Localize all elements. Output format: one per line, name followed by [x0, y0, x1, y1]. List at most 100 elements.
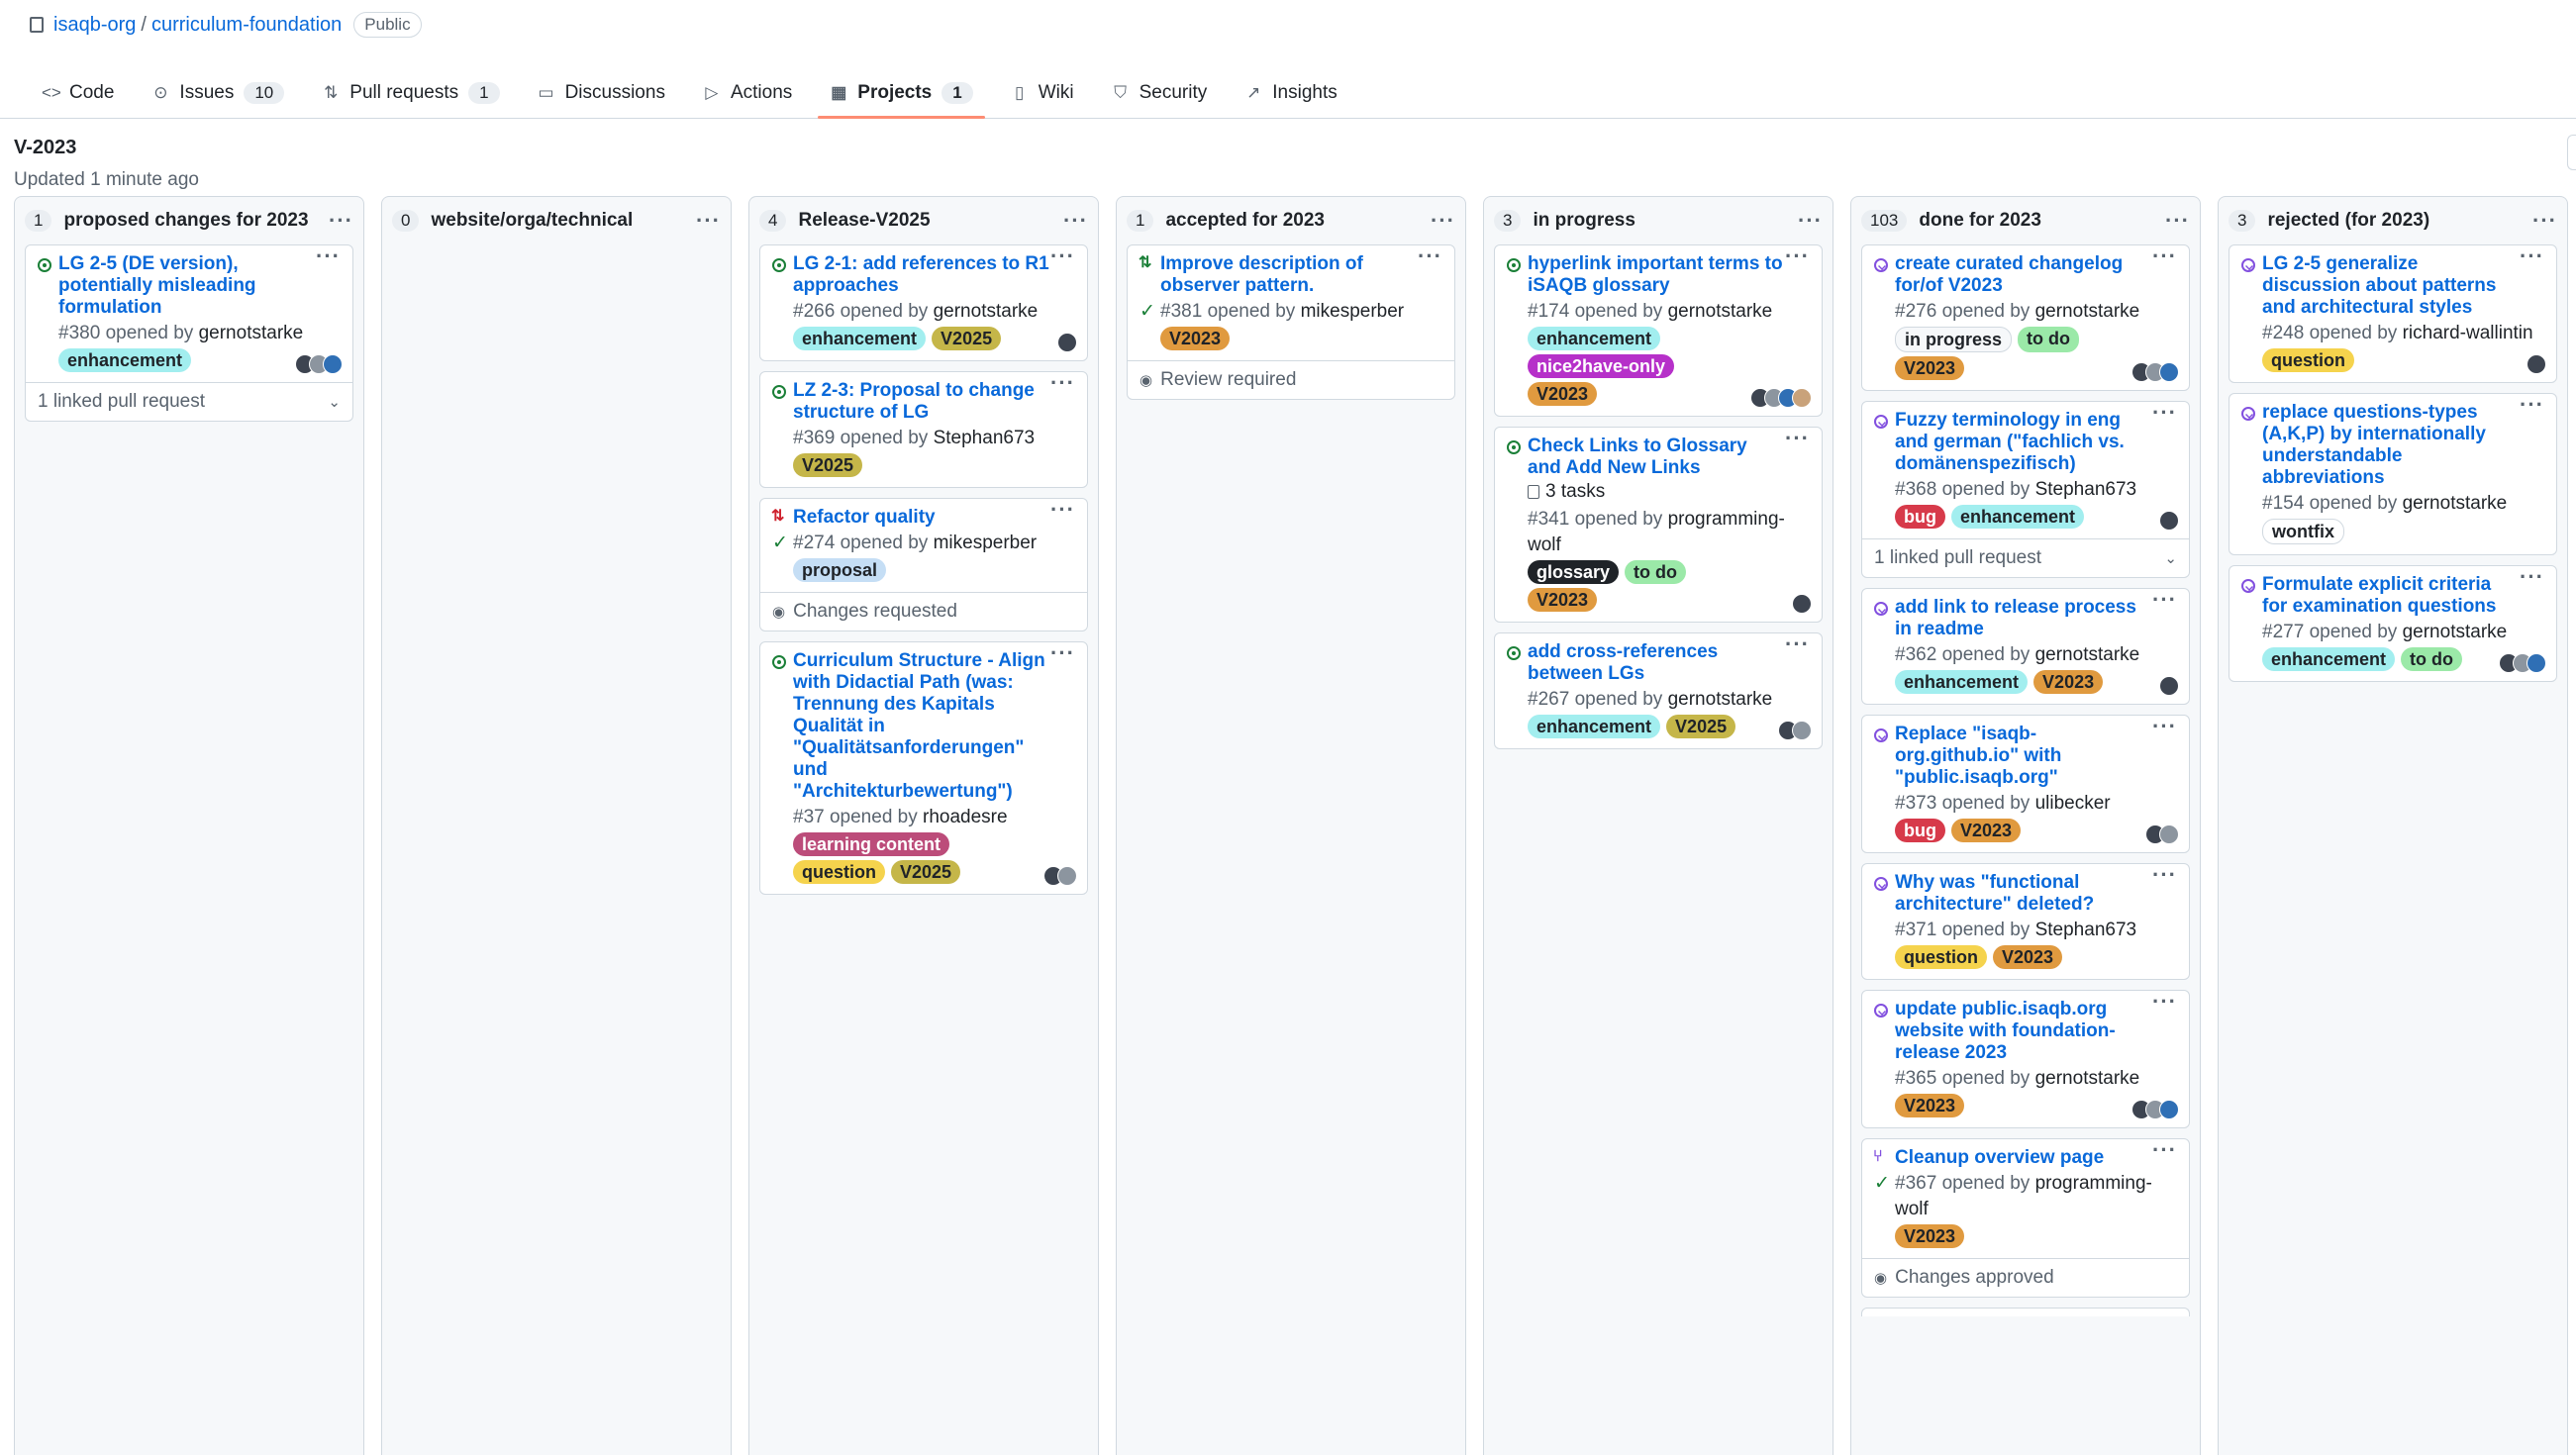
- column-menu-button[interactable]: ···: [1063, 210, 1088, 232]
- label-badge[interactable]: V2025: [793, 453, 863, 477]
- chevron-down-icon[interactable]: ⌄: [2164, 549, 2177, 567]
- label-badge[interactable]: V2025: [1666, 715, 1736, 738]
- card-title-link[interactable]: Formulate explicit criteria for examinat…: [2262, 574, 2544, 618]
- card-menu-button[interactable]: ···: [2520, 245, 2544, 267]
- tab-discussions[interactable]: ▭ Discussions: [526, 82, 677, 118]
- card-menu-button[interactable]: ···: [1050, 372, 1075, 394]
- label-badge[interactable]: in progress: [1895, 327, 2013, 352]
- issue-card[interactable]: LG 2-1: add references to R1 approaches ·…: [759, 244, 1088, 361]
- card-footer[interactable]: 1 linked pull request ⌄: [26, 382, 352, 421]
- issue-card[interactable]: LG 2-5 generalize discussion about patte…: [2229, 244, 2557, 383]
- label-badge[interactable]: wontfix: [2262, 519, 2344, 544]
- card-footer[interactable]: 1 linked pull request ⌄: [1862, 538, 2189, 577]
- label-badge[interactable]: learning content: [793, 832, 950, 856]
- label-badge[interactable]: question: [2262, 348, 2354, 372]
- label-badge[interactable]: glossary: [1528, 560, 1620, 584]
- issue-card[interactable]: LG 2-5 (DE version), potentially mislead…: [25, 244, 353, 422]
- label-badge[interactable]: V2023: [2033, 670, 2104, 694]
- column-menu-button[interactable]: ···: [1798, 210, 1823, 232]
- side-panel-toggle[interactable]: [2567, 135, 2576, 170]
- card-menu-button[interactable]: ···: [316, 245, 341, 267]
- tab-issues[interactable]: ⊙ Issues 10: [140, 82, 296, 118]
- label-badge[interactable]: nice2have-only: [1528, 354, 1675, 378]
- card-footer[interactable]: ◉ Changes requested: [760, 592, 1087, 630]
- card-menu-button[interactable]: ···: [2152, 245, 2177, 267]
- avatar[interactable]: [1792, 594, 1812, 614]
- card-title-link[interactable]: Curriculum Structure - Align with Didact…: [793, 650, 1075, 803]
- avatar[interactable]: [1792, 721, 1812, 740]
- author-link[interactable]: gernotstarke: [199, 323, 304, 343]
- author-link[interactable]: mikesperber: [934, 533, 1038, 553]
- label-badge[interactable]: V2023: [1951, 819, 2022, 842]
- card-title-link[interactable]: Fuzzy terminology in eng and german ("fa…: [1895, 410, 2177, 475]
- card-title-link[interactable]: LZ 2-3: Proposal to change structure of …: [793, 380, 1075, 424]
- card-menu-button[interactable]: ···: [1050, 642, 1075, 664]
- card-menu-button[interactable]: ···: [1050, 245, 1075, 267]
- card-title-link[interactable]: Improve description of observer pattern.: [1160, 253, 1442, 297]
- card-menu-button[interactable]: ···: [1785, 245, 1810, 267]
- tab-security[interactable]: ⛉ Security: [1100, 82, 1220, 118]
- card-footer[interactable]: ◉ Review required: [1128, 360, 1454, 399]
- card-title-link[interactable]: add cross-references between LGs: [1528, 641, 1810, 685]
- card-menu-button[interactable]: ···: [2152, 716, 2177, 737]
- issue-card[interactable]: add link to release process in readme ···…: [1861, 588, 2190, 705]
- label-badge[interactable]: to do: [2018, 327, 2080, 352]
- label-badge[interactable]: enhancement: [1951, 505, 2085, 529]
- repo-owner-link[interactable]: isaqb-org: [53, 14, 136, 37]
- issue-card[interactable]: Formulate explicit criteria for examinat…: [2229, 565, 2557, 682]
- label-badge[interactable]: enhancement: [1528, 327, 1661, 350]
- issue-card[interactable]: ⇅ Improve description of observer pattern…: [1127, 244, 1455, 400]
- author-link[interactable]: rhoadesre: [923, 807, 1008, 827]
- tab-pull-requests[interactable]: ⇅ Pull requests 1: [310, 82, 511, 118]
- repo-name-link[interactable]: curriculum-foundation: [151, 14, 342, 37]
- card-title-link[interactable]: LG 2-5 (DE version), potentially mislead…: [58, 253, 341, 319]
- label-badge[interactable]: V2023: [1528, 588, 1598, 612]
- issue-card[interactable]: Curriculum Structure - Align with Didact…: [759, 641, 1088, 895]
- card-menu-button[interactable]: ···: [2152, 991, 2177, 1013]
- card-title-link[interactable]: LG 2-5 generalize discussion about patte…: [2262, 253, 2544, 319]
- card-title-link[interactable]: create curated changelog for/of V2023: [1895, 253, 2177, 297]
- tab-code[interactable]: <> Code: [30, 82, 126, 118]
- avatar[interactable]: [2526, 354, 2546, 374]
- author-link[interactable]: gernotstarke: [934, 301, 1039, 322]
- column-menu-button[interactable]: ···: [1431, 210, 1455, 232]
- author-link[interactable]: gernotstarke: [1668, 689, 1773, 710]
- author-link[interactable]: Stephan673: [2035, 479, 2137, 500]
- card-menu-button[interactable]: ···: [1785, 633, 1810, 655]
- label-badge[interactable]: V2025: [932, 327, 1002, 350]
- label-badge[interactable]: V2025: [891, 860, 961, 884]
- card-title-link[interactable]: Check Links to Glossary and Add New Link…: [1528, 436, 1810, 479]
- card-menu-button[interactable]: ···: [1418, 245, 1442, 267]
- label-badge[interactable]: enhancement: [58, 348, 192, 372]
- avatar[interactable]: [323, 354, 343, 374]
- card-menu-button[interactable]: ···: [2152, 1139, 2177, 1161]
- issue-card[interactable]: Fuzzy terminology in eng and german ("fa…: [1861, 401, 2190, 578]
- label-badge[interactable]: V2023: [1895, 356, 1965, 380]
- issue-card[interactable]: Check Links to Glossary and Add New Link…: [1494, 427, 1823, 623]
- card-title-link[interactable]: Replace "isaqb-org.github.io" with "publ…: [1895, 724, 2177, 789]
- avatar[interactable]: [2159, 676, 2179, 696]
- label-badge[interactable]: bug: [1895, 819, 1945, 842]
- tab-insights[interactable]: ↗ Insights: [1233, 82, 1348, 118]
- label-badge[interactable]: enhancement: [2262, 647, 2396, 671]
- card-menu-button[interactable]: ···: [2520, 394, 2544, 416]
- chevron-down-icon[interactable]: ⌄: [328, 393, 341, 411]
- column-menu-button[interactable]: ···: [2532, 210, 2557, 232]
- card-title-link[interactable]: update public.isaqb.org website with fou…: [1895, 999, 2177, 1064]
- issue-card[interactable]: add cross-references between LGs ··· #267 …: [1494, 632, 1823, 749]
- avatar[interactable]: [2159, 1100, 2179, 1119]
- author-link[interactable]: gernotstarke: [2035, 644, 2140, 665]
- issue-card[interactable]: hyperlink important terms to iSAQB gloss…: [1494, 244, 1823, 417]
- card-menu-button[interactable]: ···: [2152, 589, 2177, 611]
- card-menu-button[interactable]: ···: [1785, 428, 1810, 449]
- issue-card[interactable]: ⑂ Cleanup overview page ··· ✓ #367 opened by…: [1861, 1138, 2190, 1298]
- card-footer[interactable]: ◉ Changes approved: [1862, 1258, 2189, 1297]
- label-badge[interactable]: V2023: [1993, 945, 2063, 969]
- label-badge[interactable]: V2023: [1160, 327, 1231, 350]
- author-link[interactable]: mikesperber: [1301, 301, 1405, 322]
- tab-projects[interactable]: ▦ Projects 1: [818, 82, 986, 119]
- author-link[interactable]: ulibecker: [2035, 793, 2111, 814]
- card-title-link[interactable]: Cleanup overview page: [1895, 1147, 2177, 1169]
- avatar[interactable]: [2159, 362, 2179, 382]
- column-menu-button[interactable]: ···: [696, 210, 721, 232]
